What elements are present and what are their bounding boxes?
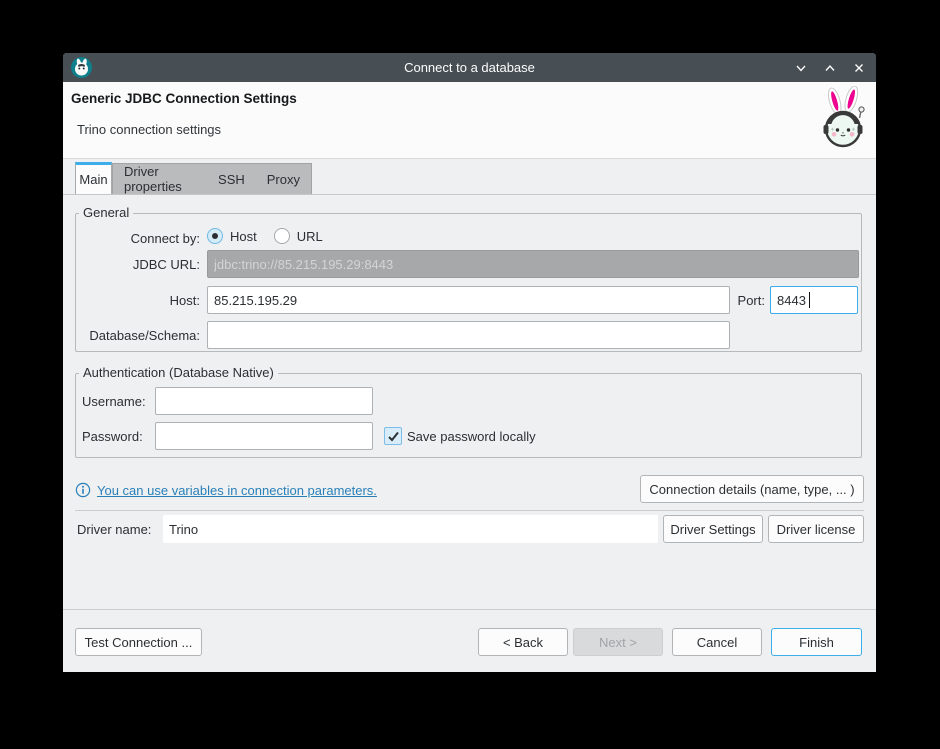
- host-label: Host:: [77, 293, 200, 308]
- port-input[interactable]: [770, 286, 858, 314]
- tab-proxy[interactable]: Proxy: [256, 164, 311, 194]
- general-legend: General: [79, 205, 133, 220]
- username-label: Username:: [82, 394, 146, 409]
- finish-button[interactable]: Finish: [771, 628, 862, 656]
- jdbc-url-label: JDBC URL:: [77, 257, 200, 272]
- tab-separator: [63, 194, 876, 195]
- footer-divider: [63, 609, 876, 610]
- tab-strip: Driver properties SSH Proxy: [112, 163, 312, 194]
- host-radio[interactable]: [207, 228, 223, 244]
- divider: [75, 510, 864, 511]
- close-icon: [852, 61, 866, 75]
- variables-link[interactable]: You can use variables in connection para…: [97, 483, 377, 498]
- test-connection-button[interactable]: Test Connection ...: [75, 628, 202, 656]
- host-radio-label[interactable]: Host: [230, 229, 257, 244]
- wizard-header: Generic JDBC Connection Settings Trino c…: [63, 82, 876, 159]
- maximize-button[interactable]: [822, 60, 837, 75]
- cancel-button[interactable]: Cancel: [672, 628, 762, 656]
- trino-bunny-logo-icon: [815, 86, 871, 150]
- password-label: Password:: [82, 429, 143, 444]
- text-caret: [809, 292, 810, 308]
- driver-name-field: [163, 515, 658, 543]
- driver-settings-button[interactable]: Driver Settings: [663, 515, 763, 543]
- tab-ssh[interactable]: SSH: [207, 164, 256, 194]
- jdbc-url-field: [207, 250, 859, 278]
- url-radio-label[interactable]: URL: [297, 229, 323, 244]
- page-subtitle: Trino connection settings: [77, 122, 221, 137]
- port-label: Port:: [735, 293, 765, 308]
- database-input[interactable]: [207, 321, 730, 349]
- minimize-button[interactable]: [793, 60, 808, 75]
- check-icon: [387, 430, 400, 443]
- next-button: Next >: [573, 628, 663, 656]
- auth-legend: Authentication (Database Native): [79, 365, 278, 380]
- connect-database-dialog: Connect to a database Generic JDBC Conne…: [63, 53, 876, 672]
- save-password-label[interactable]: Save password locally: [407, 429, 536, 444]
- chevron-up-icon: [823, 61, 837, 75]
- back-button[interactable]: < Back: [478, 628, 568, 656]
- host-input[interactable]: [207, 286, 730, 314]
- password-input[interactable]: [155, 422, 373, 450]
- connection-details-button[interactable]: Connection details (name, type, ... ): [640, 475, 864, 503]
- chevron-down-icon: [794, 61, 808, 75]
- driver-name-label: Driver name:: [77, 522, 151, 537]
- username-input[interactable]: [155, 387, 373, 415]
- save-password-checkbox[interactable]: [384, 427, 402, 445]
- url-radio[interactable]: [274, 228, 290, 244]
- database-label: Database/Schema:: [77, 328, 200, 343]
- info-icon: [75, 482, 91, 498]
- title-bar[interactable]: Connect to a database: [63, 53, 876, 82]
- driver-license-button[interactable]: Driver license: [768, 515, 864, 543]
- tab-main-label: Main: [79, 172, 107, 187]
- tab-main[interactable]: Main: [75, 162, 112, 194]
- connect-by-label: Connect by:: [77, 231, 200, 246]
- page-title: Generic JDBC Connection Settings: [71, 91, 297, 106]
- tab-driver-properties[interactable]: Driver properties: [113, 164, 207, 194]
- close-button[interactable]: [851, 60, 866, 75]
- window-title: Connect to a database: [63, 60, 876, 75]
